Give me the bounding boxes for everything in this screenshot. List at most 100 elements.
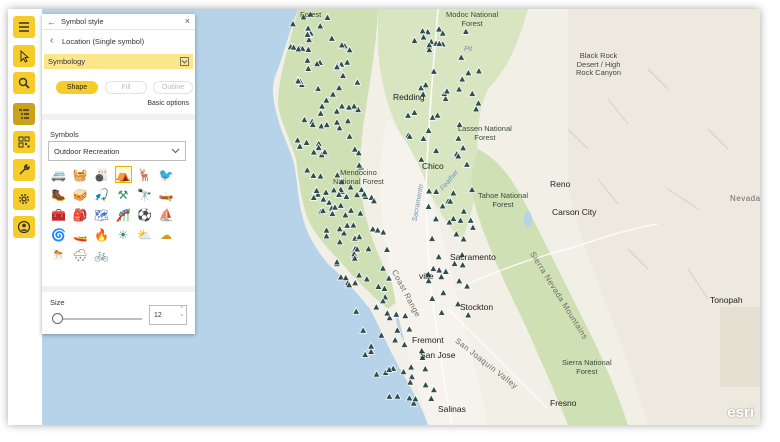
symbol-set-select[interactable]: Outdoor Recreation <box>48 141 186 161</box>
campground-marker[interactable] <box>439 288 448 296</box>
campground-marker[interactable] <box>304 64 313 72</box>
snowy-cloud-icon[interactable]: 🌨 <box>72 246 89 263</box>
campground-marker[interactable] <box>295 141 304 150</box>
account-button[interactable] <box>13 216 35 238</box>
campground-marker[interactable] <box>468 89 477 97</box>
campground-marker[interactable] <box>372 302 381 311</box>
campground-marker[interactable] <box>353 77 362 86</box>
campground-marker[interactable] <box>337 101 347 110</box>
back-arrow-icon[interactable]: ← <box>47 17 56 27</box>
deer-icon[interactable]: 🦌 <box>136 166 153 183</box>
campground-marker[interactable] <box>322 225 331 234</box>
sandwich-icon[interactable]: 🥪 <box>72 186 89 203</box>
campground-marker[interactable] <box>424 202 433 210</box>
campground-marker[interactable] <box>462 159 471 168</box>
campground-marker[interactable] <box>304 45 313 53</box>
campground-marker[interactable] <box>288 19 298 28</box>
campground-marker[interactable] <box>316 171 325 180</box>
campground-marker[interactable] <box>364 244 373 252</box>
campground-marker[interactable] <box>418 26 427 35</box>
campground-marker[interactable] <box>359 325 368 334</box>
campground-marker[interactable] <box>452 229 461 238</box>
partly-sunny-icon[interactable]: ⛅ <box>136 226 153 243</box>
waterslide-icon[interactable]: 🎢 <box>115 206 132 223</box>
campground-marker[interactable] <box>435 265 444 274</box>
campground-marker[interactable] <box>300 115 309 123</box>
campground-marker[interactable] <box>317 101 327 110</box>
campground-marker[interactable] <box>392 310 401 318</box>
campground-marker[interactable] <box>349 220 358 229</box>
campground-marker[interactable] <box>367 341 376 350</box>
campground-marker[interactable] <box>351 278 360 287</box>
campground-marker[interactable] <box>328 89 338 98</box>
campground-marker[interactable] <box>336 200 345 209</box>
thunderstorm-icon[interactable]: ⛈ <box>50 246 67 263</box>
campground-marker[interactable] <box>421 380 430 389</box>
campground-marker[interactable] <box>455 276 464 285</box>
campground-marker[interactable] <box>474 98 483 107</box>
campground-marker[interactable] <box>405 393 414 402</box>
campground-marker[interactable] <box>456 215 465 224</box>
campground-marker[interactable] <box>303 165 312 174</box>
camper-icon[interactable]: 🚐 <box>50 166 67 183</box>
search-button[interactable] <box>13 72 35 94</box>
campground-marker[interactable] <box>372 369 381 378</box>
campground-marker[interactable] <box>432 146 441 154</box>
campground-marker[interactable] <box>332 257 342 266</box>
hiking-boot-icon[interactable]: 🥾 <box>50 186 67 203</box>
campground-marker[interactable] <box>459 206 468 215</box>
campground-marker[interactable] <box>411 394 420 403</box>
campground-marker[interactable] <box>355 232 364 240</box>
windy-icon[interactable]: 🌀 <box>50 226 67 243</box>
campground-marker[interactable] <box>463 281 472 290</box>
campground-marker[interactable] <box>322 120 331 128</box>
bicycle-icon[interactable]: 🚲 <box>93 246 110 263</box>
campground-marker[interactable] <box>335 237 344 246</box>
crossed-tools-icon[interactable]: ⚒ <box>115 186 132 203</box>
bird-icon[interactable]: 🐦 <box>158 166 175 183</box>
campground-marker[interactable] <box>320 147 329 156</box>
size-slider-track[interactable] <box>56 318 142 320</box>
treasure-chest-icon[interactable]: 🧰 <box>50 206 67 223</box>
campground-marker[interactable] <box>332 117 342 126</box>
campground-marker[interactable] <box>421 80 430 89</box>
campground-marker[interactable] <box>407 372 416 380</box>
campground-marker[interactable] <box>362 274 371 283</box>
campground-marker[interactable] <box>380 284 389 292</box>
chevron-left-icon[interactable]: ‹ <box>50 35 53 46</box>
campground-marker[interactable] <box>429 385 439 393</box>
campground-marker[interactable] <box>354 270 364 279</box>
symbology-dropdown[interactable]: Symbology <box>44 54 193 69</box>
basic-options-link[interactable]: Basic options <box>147 100 189 107</box>
campground-marker[interactable] <box>464 68 473 77</box>
campground-marker[interactable] <box>424 126 433 134</box>
campground-marker[interactable] <box>437 308 446 316</box>
campground-marker[interactable] <box>428 294 437 302</box>
tab-fill[interactable]: Fill <box>105 81 147 94</box>
campground-marker[interactable] <box>323 13 332 21</box>
campground-marker[interactable] <box>424 186 434 195</box>
campground-marker[interactable] <box>405 324 414 333</box>
tab-shape[interactable]: Shape <box>56 81 98 94</box>
campground-marker[interactable] <box>343 221 352 229</box>
campground-marker[interactable] <box>385 392 394 400</box>
campground-marker[interactable] <box>293 135 302 144</box>
campground-marker[interactable] <box>449 188 458 197</box>
size-input[interactable]: 12 ˆ ˇ <box>149 305 187 325</box>
tent-icon[interactable]: ⛺ <box>114 166 132 183</box>
campground-marker[interactable] <box>458 74 467 83</box>
campground-marker[interactable] <box>401 311 410 319</box>
campground-marker[interactable] <box>393 325 402 334</box>
decrement-icon[interactable]: ˇ <box>181 315 183 322</box>
campground-marker[interactable] <box>461 27 470 35</box>
campground-marker[interactable] <box>322 95 331 104</box>
campground-marker[interactable] <box>472 104 481 113</box>
campground-marker[interactable] <box>302 138 311 146</box>
select-tool-button[interactable] <box>13 45 35 67</box>
campground-marker[interactable] <box>433 110 442 119</box>
campground-marker[interactable] <box>356 208 365 217</box>
campground-marker[interactable] <box>427 394 436 402</box>
backpack-icon[interactable]: 🎒 <box>72 206 89 223</box>
campground-marker[interactable] <box>329 185 338 194</box>
campground-marker[interactable] <box>338 71 348 79</box>
